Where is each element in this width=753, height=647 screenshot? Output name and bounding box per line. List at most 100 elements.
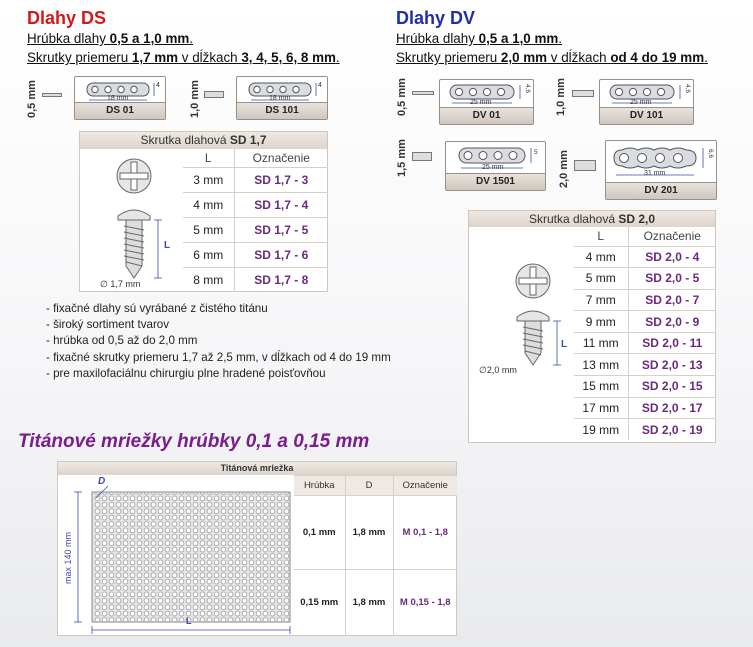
dv201-label: DV 201 [606, 182, 716, 199]
mesh-title: Titánové mriežky hrúbky 0,1 a 0,15 mm [18, 431, 370, 452]
dv201-thickness: 2,0 mm [558, 150, 570, 188]
dv-row-l: 19 mm [574, 418, 629, 441]
mesh-drawing [74, 485, 291, 634]
dv-screw-len-label: L [561, 339, 568, 350]
dv-row-l: 13 mm [574, 353, 629, 377]
dv101-thickness: 1,0 mm [555, 78, 567, 116]
ds-title: Dlahy DS [27, 8, 107, 28]
ds-screw-len-label: L [164, 240, 171, 251]
dv1501-side: 5 [534, 149, 538, 156]
dv-screw-table-card: Skrutka dlahová SD 2,0 L ∅2,0 mm L Označ… [468, 210, 716, 443]
dv01-side: 4,6 [524, 84, 531, 94]
dv-row-code: SD 2,0 - 13 [627, 353, 716, 377]
table-row: 7 mm SD 2,0 - 7 [574, 288, 716, 312]
dv101-dim: 25 mm [630, 99, 652, 106]
dv1501-dim: 25 mm [482, 164, 504, 171]
dv-col-l: L [574, 227, 629, 247]
mesh-box-title: Titánová mriežka [58, 462, 456, 475]
mesh-l-label: L [186, 616, 192, 626]
ds01-thickness: 0,5 mm [26, 80, 38, 118]
dv-row-code: SD 2,0 - 9 [627, 310, 716, 333]
dv-row-l: 11 mm [574, 331, 629, 355]
dv101-side: 4,6 [684, 84, 691, 94]
mesh-row-code: M 0,1 - 1,8 [392, 495, 457, 570]
dv201-side: 6,6 [707, 149, 714, 159]
dv-row-l: 15 mm [574, 375, 629, 398]
dv-screw-table-title: Skrutka dlahová SD 2,0 [469, 211, 715, 227]
mesh-col-thickness: Hrúbka [294, 475, 346, 496]
ds01-label: DS 01 [75, 102, 165, 119]
ds-spec-thickness: Hrúbka dlahy 0,5 a 1,0 mm. [27, 31, 194, 46]
ds-row-code: SD 1,7 - 4 [233, 191, 328, 218]
ds-screw-drawing [116, 158, 162, 279]
table-row: 3 mm SD 1,7 - 3 [183, 166, 328, 193]
dv-screw-diameter: ∅2,0 mm [479, 365, 517, 375]
mesh-row-thickness: 0,15 mm [294, 569, 346, 636]
mesh-col-d: D [344, 475, 394, 496]
dv101-side-profile [572, 90, 594, 97]
dv-row-code: SD 2,0 - 15 [627, 375, 716, 398]
dv-row-l: 7 mm [574, 288, 629, 312]
dv101-plate-card: 25 mm 4,6 DV 101 [599, 79, 694, 125]
mesh-height-label: max 140 mm [63, 531, 73, 584]
dv1501-thickness: 1,5 mm [396, 139, 408, 177]
dv-row-code: SD 2,0 - 19 [627, 418, 716, 441]
table-row: 19 mm SD 2,0 - 19 [574, 418, 716, 441]
ds-col-code: Označenie [233, 149, 328, 168]
list-item: - fixačné dlahy sú vyrábané z čistého ti… [46, 302, 268, 315]
ds01-side: 4 [156, 82, 160, 89]
dv-row-code: SD 2,0 - 11 [627, 331, 716, 355]
dv-row-code: SD 2,0 - 4 [627, 245, 716, 269]
dv-title: Dlahy DV [396, 8, 476, 28]
ds-row-code: SD 1,7 - 3 [233, 166, 328, 193]
table-row: 11 mm SD 2,0 - 11 [574, 331, 716, 355]
ds-row-code: SD 1,7 - 6 [233, 241, 328, 268]
dv-row-code: SD 2,0 - 7 [627, 288, 716, 312]
mesh-row-d: 1,8 mm [344, 495, 394, 570]
dv-row-l: 9 mm [574, 310, 629, 333]
list-item: - široký sortiment tvarov [46, 318, 170, 332]
table-row: 17 mm SD 2,0 - 17 [574, 396, 716, 420]
dv-row-l: 4 mm [574, 245, 629, 269]
ds01-plate-card: 18 mm 4 DS 01 [74, 76, 166, 120]
ds-screw-table: L Označenie 3 mm SD 1,7 - 3 4 mm SD 1,7 - … [183, 149, 328, 292]
table-row: 15 mm SD 2,0 - 15 [574, 375, 716, 398]
mesh-d-label: D [98, 476, 106, 487]
table-row: 4 mm SD 1,7 - 4 [183, 191, 328, 218]
table-row: 5 mm SD 1,7 - 5 [183, 216, 328, 243]
dv01-plate-card: 25 mm 4,6 DV 01 [439, 79, 534, 125]
ds-spec-screws: Skrutky priemeru 1,7 mm v dĺžkach 3, 4, … [27, 50, 340, 65]
dv-row-l: 17 mm [574, 396, 629, 420]
ds-row-l: 8 mm [183, 266, 235, 292]
dv101-label: DV 101 [600, 107, 693, 124]
dv-spec-screws: Skrutky priemeru 2,0 mm v dĺžkach od 4 d… [396, 50, 708, 65]
dv1501-label: DV 1501 [446, 173, 545, 190]
table-row: 9 mm SD 2,0 - 9 [574, 310, 716, 333]
ds101-side-profile [204, 91, 224, 98]
dv-col-code: Označenie [627, 227, 716, 247]
table-row: 0,15 mm 1,8 mm M 0,15 - 1,8 [294, 569, 457, 636]
list-item: - pre maxilofaciálnu chirurgiu plne hrad… [46, 366, 326, 380]
mesh-table: Hrúbka D Označenie 0,1 mm 1,8 mm M 0,1 -… [294, 475, 457, 636]
mesh-row-thickness: 0,1 mm [294, 495, 346, 570]
ds101-side: 4 [318, 82, 322, 89]
ds-row-code: SD 1,7 - 8 [233, 266, 328, 292]
ds-screw-table-title: Skrutka dlahová SD 1,7 [80, 132, 327, 149]
table-row: 0,1 mm 1,8 mm M 0,1 - 1,8 [294, 495, 457, 570]
dv-screw-table: L Označenie 4 mm SD 2,0 - 4 5 mm SD 2,0 - … [574, 227, 716, 441]
dv-screw-drawing [515, 263, 561, 366]
ds-row-code: SD 1,7 - 5 [233, 216, 328, 243]
ds-row-l: 5 mm [183, 216, 235, 243]
table-row: 8 mm SD 1,7 - 8 [183, 266, 328, 292]
ds-row-l: 6 mm [183, 241, 235, 268]
table-row: 5 mm SD 2,0 - 5 [574, 267, 716, 290]
mesh-row-d: 1,8 mm [344, 569, 394, 636]
dv1501-side-profile [412, 152, 432, 161]
list-item: - fixačné skrutky priemeru 1,7 až 2,5 mm… [46, 350, 391, 364]
ds-screw-table-card: Skrutka dlahová SD 1,7 L ∅ 1,7 mm L Ozna… [79, 131, 328, 292]
ds101-label: DS 101 [237, 102, 327, 119]
ds-row-l: 3 mm [183, 166, 235, 193]
table-row: 13 mm SD 2,0 - 13 [574, 353, 716, 377]
mesh-col-code: Označenie [392, 475, 457, 496]
ds101-dim: 18 mm [269, 95, 291, 102]
